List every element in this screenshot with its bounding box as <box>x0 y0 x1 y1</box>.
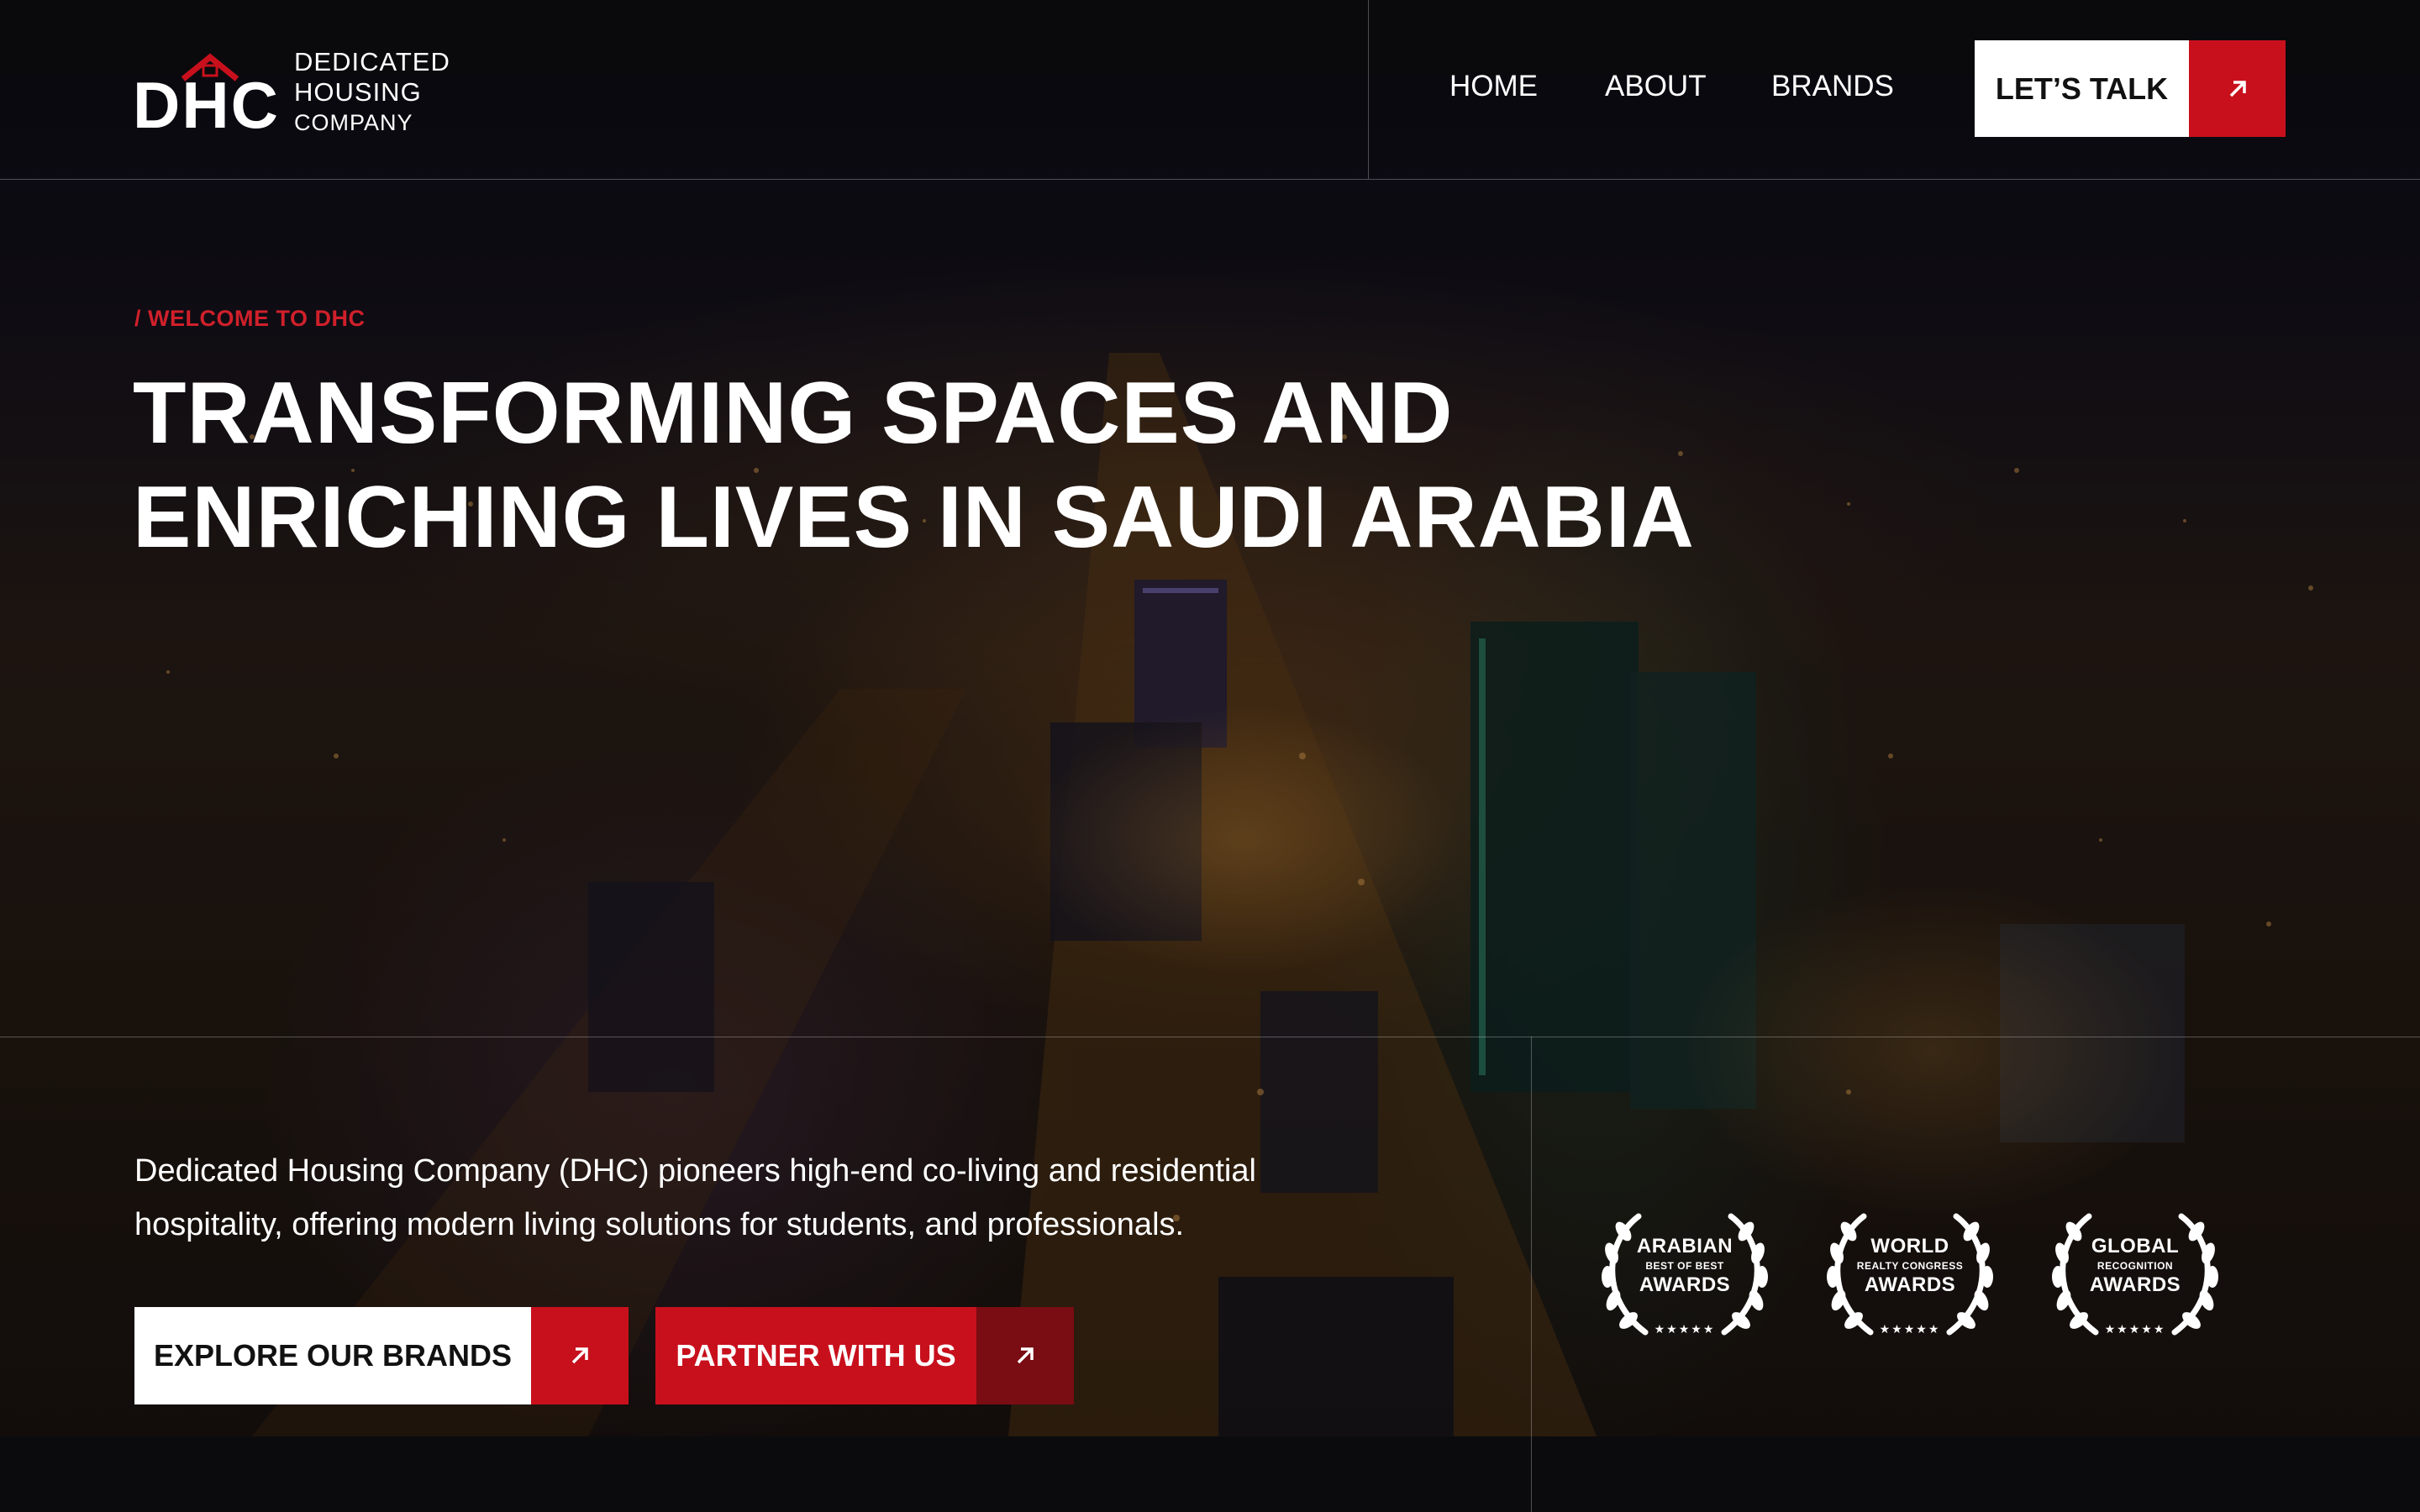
headline-line-1: TRANSFORMING SPACES AND <box>133 365 1454 462</box>
logo[interactable]: DHC DEDICATED HOUSING COMPANY <box>133 47 469 139</box>
logo-line-2: HOUSING <box>294 77 422 107</box>
partner-with-us-button[interactable]: PARTNER WITH US <box>655 1307 1074 1404</box>
awards-vertical-divider <box>1531 1037 1532 1512</box>
award-subtitle: BEST OF BEST <box>1645 1260 1724 1272</box>
headline-line-2: ENRICHING LIVES IN SAUDI ARABIA <box>133 469 1695 566</box>
logo-line-3: COMPANY <box>294 110 413 135</box>
logo-wordmark: DEDICATED HOUSING COMPANY <box>294 47 450 138</box>
arrow-up-right-icon <box>976 1307 1074 1404</box>
logo-letters: DHC <box>133 68 280 142</box>
arrow-up-right-icon <box>531 1307 629 1404</box>
hero-headline: TRANSFORMING SPACES AND ENRICHING LIVES … <box>133 361 1729 570</box>
explore-brands-button[interactable]: EXPLORE OUR BRANDS <box>134 1307 629 1404</box>
award-label: AWARDS <box>2089 1273 2181 1296</box>
logo-line-1: DEDICATED <box>294 47 450 76</box>
award-stars: ★★★★★ <box>1654 1322 1716 1336</box>
arrow-up-right-icon <box>2189 40 2286 137</box>
description-line-1: Dedicated Housing Company (DHC) pioneers… <box>134 1153 1256 1189</box>
header-divider <box>0 179 2420 180</box>
nav-about[interactable]: ABOUT <box>1605 66 1707 108</box>
award-badge-arabian: ARABIAN BEST OF BEST AWARDS ★★★★★ <box>1586 1206 1783 1349</box>
header-vertical-divider <box>1368 0 1369 179</box>
award-badge-global: GLOBAL RECOGNITION AWARDS ★★★★★ <box>2037 1206 2233 1349</box>
award-label: AWARDS <box>1639 1273 1731 1296</box>
description-line-2: hospitality, offering modern living solu… <box>134 1207 1185 1242</box>
explore-brands-label: EXPLORE OUR BRANDS <box>134 1307 531 1404</box>
award-stars: ★★★★★ <box>2104 1322 2166 1336</box>
nav-brands[interactable]: BRANDS <box>1771 66 1894 108</box>
hero-eyebrow: / WELCOME TO DHC <box>134 306 366 331</box>
lets-talk-button[interactable]: LET’S TALK <box>1975 40 2286 137</box>
award-badge-world: WORLD REALTY CONGRESS AWARDS ★★★★★ <box>1812 1206 2008 1349</box>
award-subtitle: RECOGNITION <box>2096 1260 2174 1272</box>
partner-with-us-label: PARTNER WITH US <box>655 1307 976 1404</box>
award-stars: ★★★★★ <box>1879 1322 1941 1336</box>
award-label: AWARDS <box>1864 1273 1956 1296</box>
award-title: WORLD <box>1870 1235 1949 1257</box>
award-title: ARABIAN <box>1636 1235 1733 1257</box>
award-subtitle: REALTY CONGRESS <box>1856 1260 1964 1272</box>
award-title: GLOBAL <box>2091 1235 2180 1257</box>
nav-home[interactable]: HOME <box>1449 66 1538 108</box>
section-bottom-band <box>0 1436 2420 1512</box>
hero-description: Dedicated Housing Company (DHC) pioneers… <box>134 1144 1479 1252</box>
lets-talk-label: LET’S TALK <box>1975 40 2189 137</box>
